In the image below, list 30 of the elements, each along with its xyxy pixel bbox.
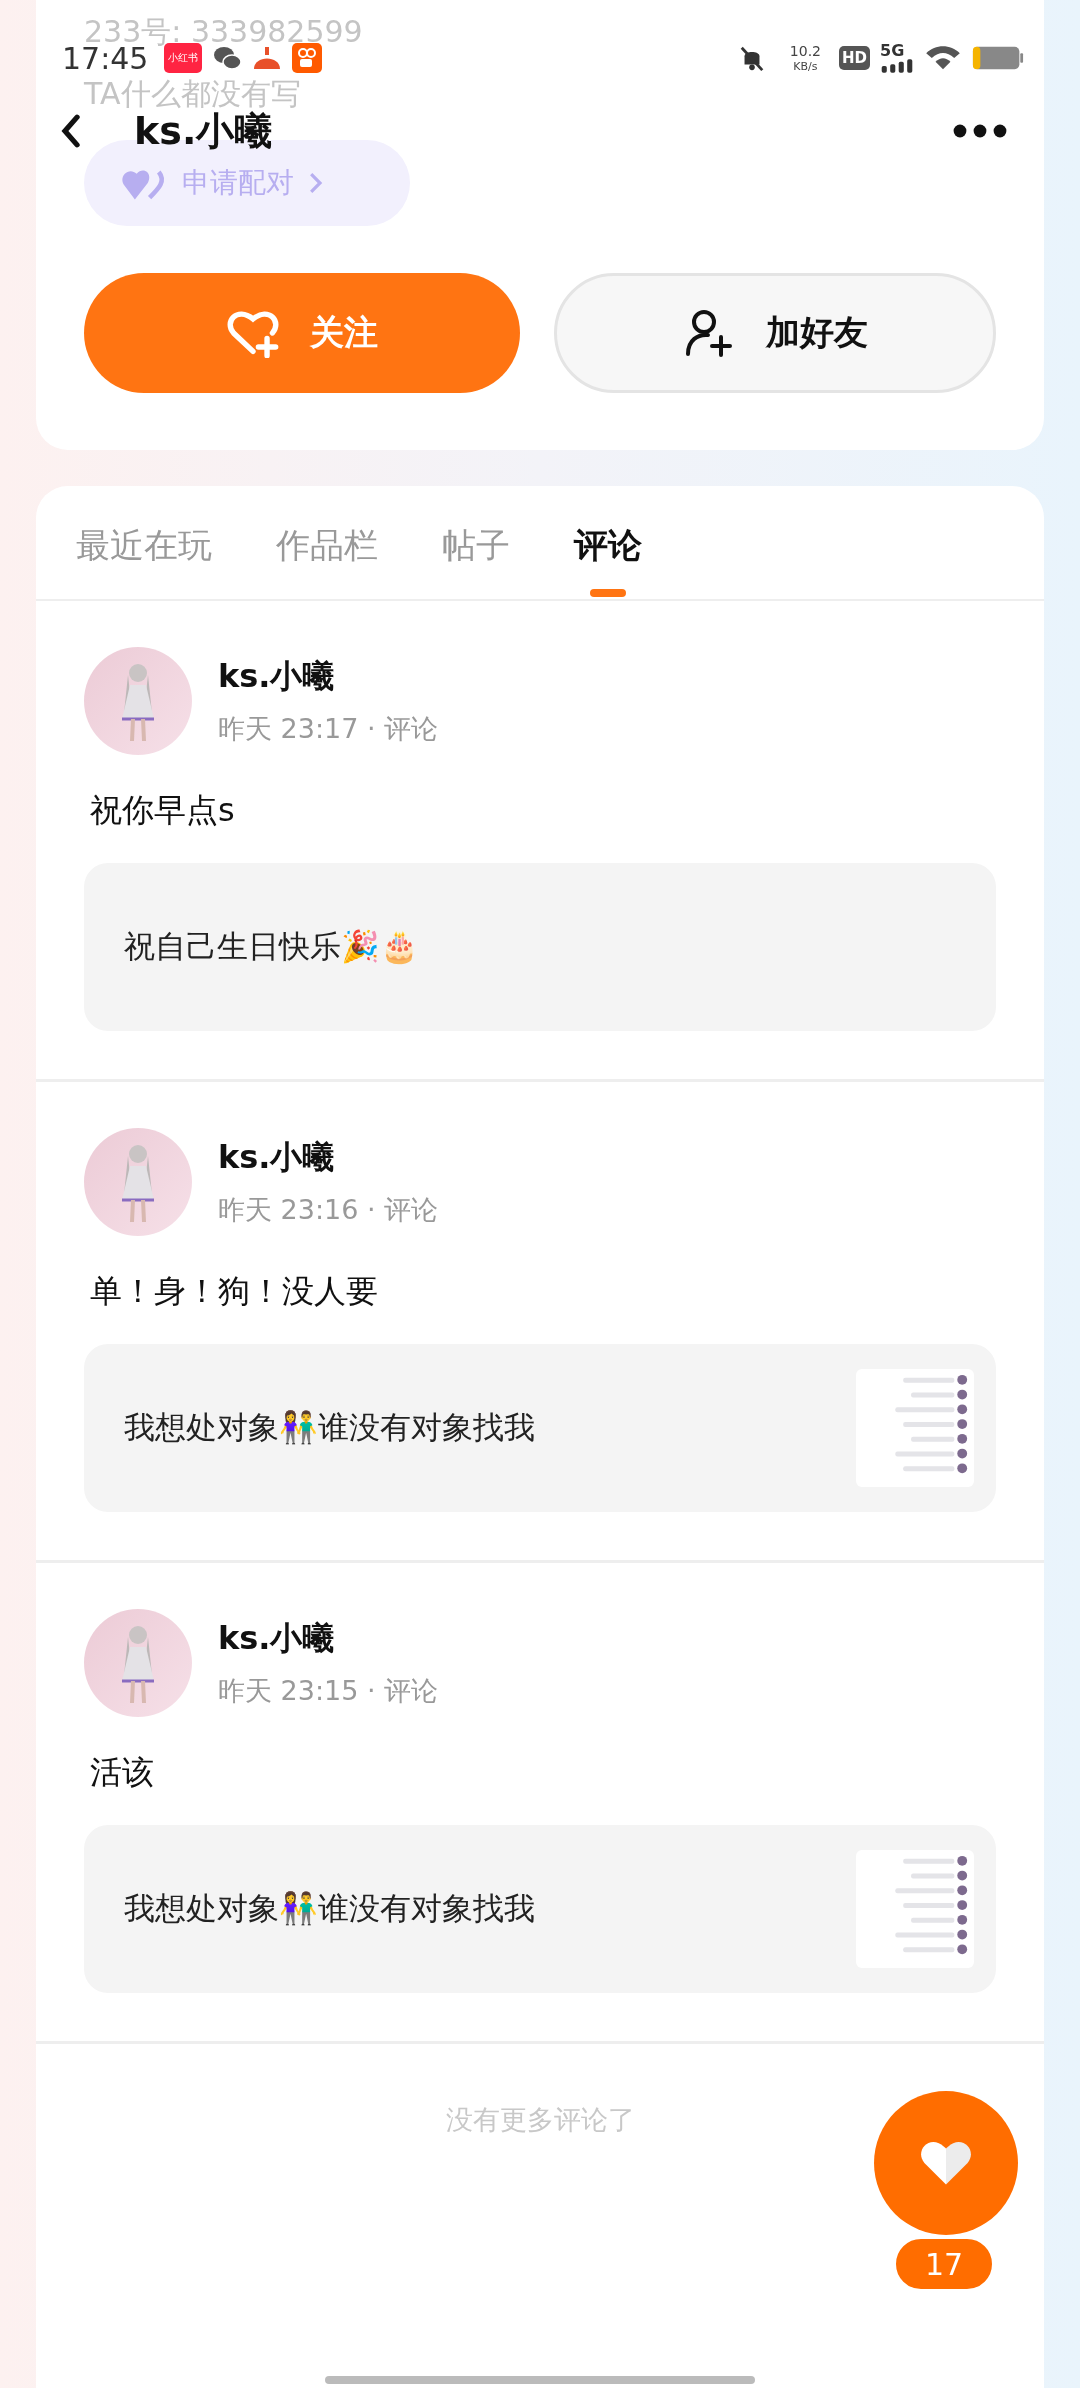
quoted-post[interactable]: 祝自己生日快乐🎉🎂 — [84, 863, 996, 1031]
app-notification-icon: 小红书 — [164, 43, 203, 73]
author-name[interactable]: ks.小曦 — [218, 655, 439, 699]
profile-bio: TA什么都没有写 — [84, 75, 301, 111]
video-app-icon — [292, 43, 323, 73]
comment-meta: 昨天 23:15 · 评论 — [218, 1674, 439, 1708]
chevron-icon — [308, 171, 324, 195]
avatar[interactable] — [84, 1128, 192, 1236]
quoted-post[interactable]: 我想处对象👫谁没有对象找我 — [84, 1825, 996, 1993]
comment-text: 单！身！狗！没人要 — [90, 1271, 379, 1312]
wifi-icon — [924, 44, 962, 72]
comment-meta: 昨天 23:16 · 评论 — [218, 1193, 439, 1227]
heart-icon — [919, 2139, 973, 2187]
avatar[interactable] — [84, 647, 192, 755]
author-name[interactable]: ks.小曦 — [218, 1617, 439, 1661]
hd-badge: HD — [839, 46, 870, 70]
tab[interactable]: 评论 — [574, 523, 642, 599]
add-friend-button[interactable]: 加好友 — [554, 273, 996, 393]
more-icon[interactable] — [952, 123, 1008, 139]
battery-icon — [972, 45, 1024, 71]
heart-plus-icon — [226, 308, 280, 358]
comment-meta: 昨天 23:17 · 评论 — [218, 712, 439, 746]
quoted-post[interactable]: 我想处对象👫谁没有对象找我 — [84, 1344, 996, 1512]
network-speed: 10.2 KB/s — [789, 43, 821, 73]
comment-text: 祝你早点s — [90, 790, 236, 831]
avatar[interactable] — [84, 1609, 192, 1717]
signal-indicator: 5G — [880, 43, 914, 73]
author-name[interactable]: ks.小曦 — [218, 1136, 439, 1180]
comment-text: 活该 — [90, 1752, 155, 1793]
like-count: 17 — [893, 2236, 995, 2292]
